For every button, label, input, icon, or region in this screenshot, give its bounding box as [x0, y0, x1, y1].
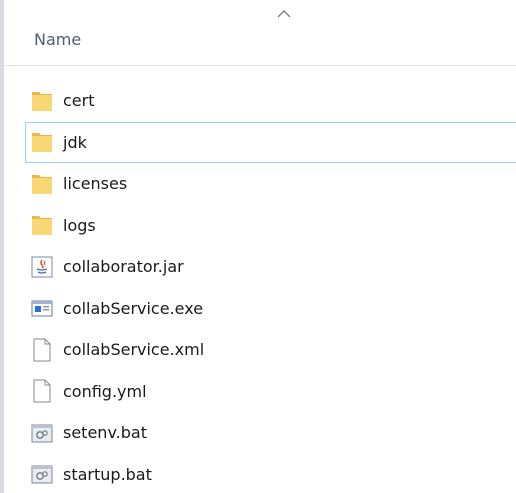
- column-header: Name: [4, 0, 516, 66]
- file-name: jdk: [63, 132, 87, 152]
- file-name: cert: [63, 91, 95, 111]
- file-row-startup-bat[interactable]: startup.bat: [25, 454, 516, 493]
- file-row-licenses[interactable]: licenses: [25, 163, 516, 205]
- file-name: collabService.xml: [63, 340, 205, 360]
- folder-icon: [32, 174, 52, 194]
- file-name: licenses: [63, 174, 128, 194]
- file-row-collaborator-jar[interactable]: collaborator.jar: [25, 246, 516, 288]
- file-row-jdk[interactable]: jdk: [25, 121, 516, 163]
- file-row-cert[interactable]: cert: [25, 80, 516, 122]
- file-name: config.yml: [63, 381, 147, 401]
- java-jar-icon: [31, 256, 53, 278]
- file-row-collabservice-exe[interactable]: collabService.exe: [25, 288, 516, 330]
- file-name: collaborator.jar: [63, 257, 184, 277]
- file-row-collabservice-xml[interactable]: collabService.xml: [25, 329, 516, 371]
- file-name: startup.bat: [63, 464, 152, 484]
- document-icon: [33, 379, 51, 403]
- batch-gear-icon: [31, 424, 53, 443]
- file-name: setenv.bat: [63, 423, 147, 443]
- exe-window-icon: [31, 300, 53, 317]
- document-icon: [33, 338, 51, 362]
- batch-gear-icon: [31, 465, 53, 484]
- file-row-logs[interactable]: logs: [25, 205, 516, 247]
- file-explorer-window: Name cert jdk licenses logs collaborator…: [0, 0, 516, 493]
- name-column-header[interactable]: Name: [34, 30, 81, 49]
- folder-icon: [32, 91, 52, 111]
- file-row-config-yml[interactable]: config.yml: [25, 371, 516, 413]
- header-divider: [4, 65, 516, 66]
- file-row-setenv-bat[interactable]: setenv.bat: [25, 412, 516, 454]
- folder-icon: [32, 133, 52, 153]
- file-list: cert jdk licenses logs collaborator.jar …: [4, 80, 516, 493]
- file-name: logs: [63, 215, 96, 235]
- sort-ascending-icon[interactable]: [277, 9, 291, 19]
- file-name: collabService.exe: [63, 298, 204, 318]
- folder-icon: [32, 216, 52, 236]
